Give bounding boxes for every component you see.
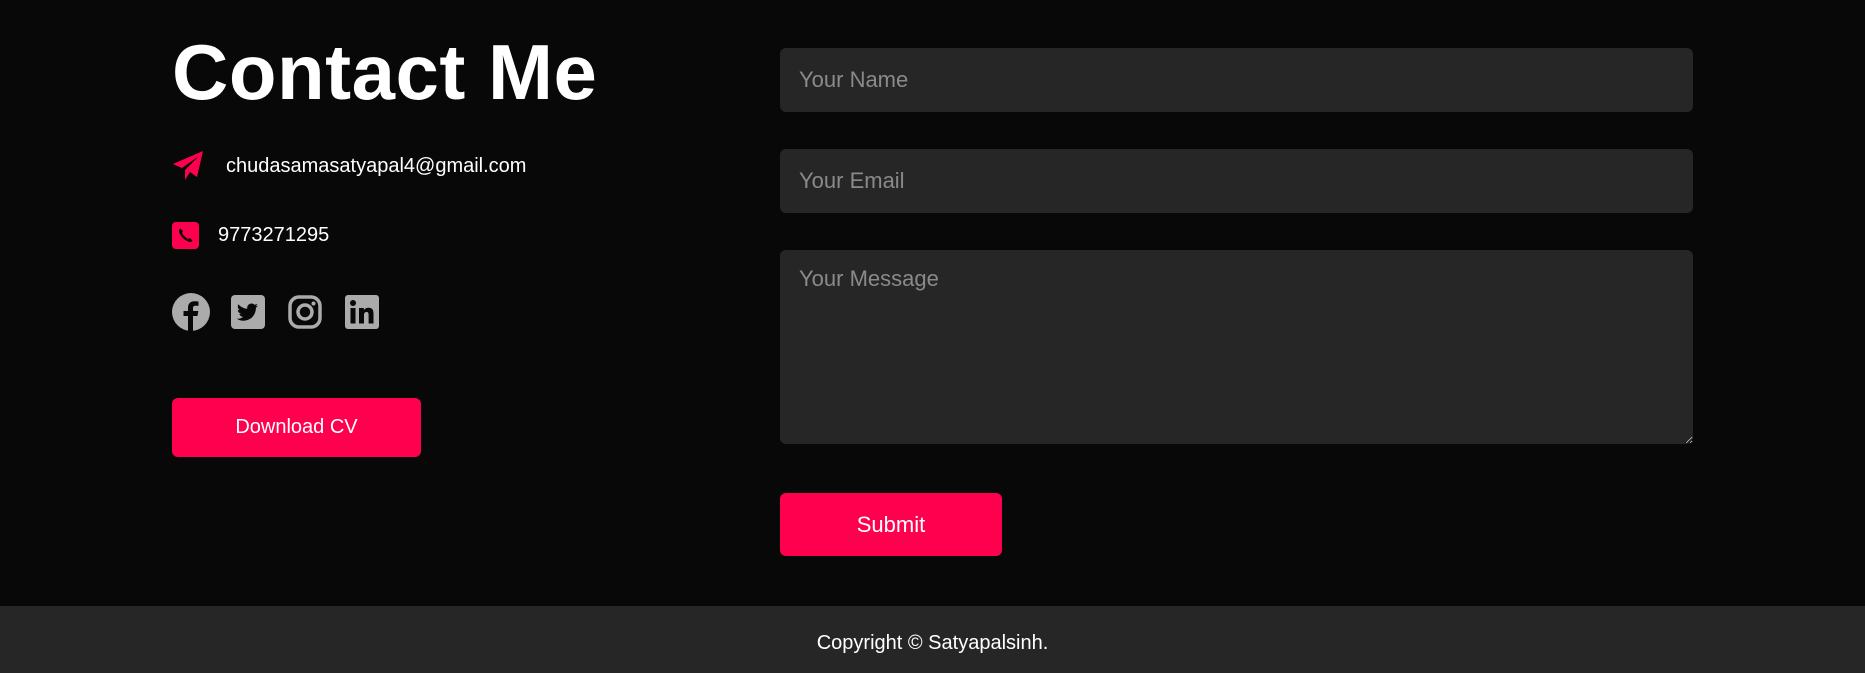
message-textarea[interactable] bbox=[780, 250, 1693, 444]
linkedin-icon[interactable] bbox=[343, 293, 381, 331]
twitter-icon[interactable] bbox=[229, 293, 267, 331]
submit-button[interactable]: Submit bbox=[780, 493, 1002, 556]
instagram-icon[interactable] bbox=[286, 293, 324, 331]
footer: Copyright © Satyapalsinh. bbox=[0, 606, 1865, 673]
paper-plane-icon bbox=[172, 150, 204, 182]
contact-section: Contact Me chudasamasatyapal4@gmail.com … bbox=[0, 0, 1865, 606]
page-title: Contact Me bbox=[172, 28, 598, 116]
phone-square-icon bbox=[172, 222, 199, 249]
email-row: chudasamasatyapal4@gmail.com bbox=[172, 150, 526, 182]
contact-info: Contact Me chudasamasatyapal4@gmail.com … bbox=[172, 26, 732, 457]
phone-row: 9773271295 bbox=[172, 222, 329, 249]
email-input[interactable] bbox=[780, 149, 1693, 213]
name-input[interactable] bbox=[780, 48, 1693, 112]
facebook-icon[interactable] bbox=[172, 293, 210, 331]
email-text: chudasamasatyapal4@gmail.com bbox=[226, 154, 527, 177]
download-cv-button[interactable]: Download CV bbox=[172, 398, 421, 457]
phone-text: 9773271295 bbox=[218, 224, 330, 246]
page: Contact Me chudasamasatyapal4@gmail.com … bbox=[0, 0, 1865, 673]
copyright-text: Copyright © Satyapalsinh. bbox=[816, 632, 1049, 654]
social-links bbox=[172, 293, 400, 331]
